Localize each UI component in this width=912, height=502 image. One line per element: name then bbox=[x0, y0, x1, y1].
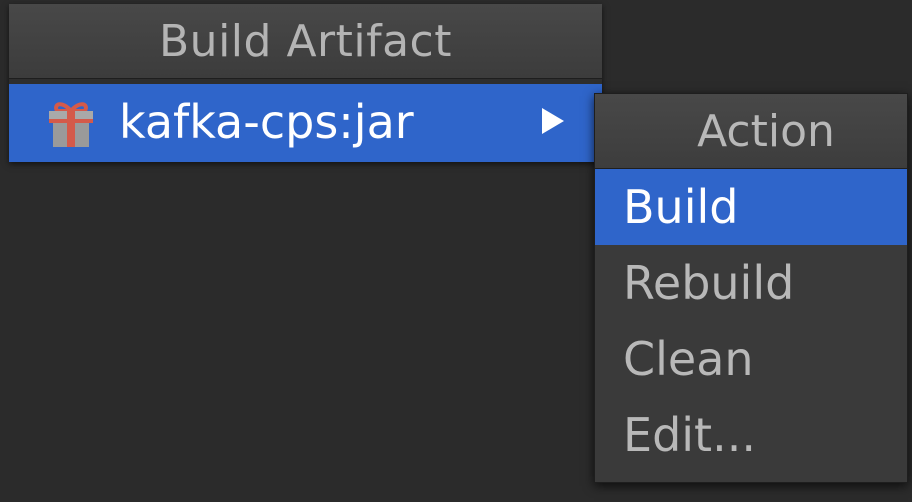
action-clean[interactable]: Clean bbox=[595, 321, 907, 397]
popup-title: Build Artifact bbox=[9, 4, 602, 79]
artifact-item-kafka-cps-jar[interactable]: kafka-cps:jar bbox=[9, 84, 602, 162]
action-submenu-title: Action bbox=[595, 94, 907, 169]
gift-icon bbox=[49, 102, 93, 147]
action-submenu: Action Build Rebuild Clean Edit... bbox=[594, 93, 908, 483]
submenu-arrow-icon bbox=[542, 108, 564, 134]
popup-stage: Build Artifact kafka-cps:jar Action Buil… bbox=[0, 0, 912, 502]
action-edit[interactable]: Edit... bbox=[595, 397, 907, 473]
artifact-label: kafka-cps:jar bbox=[119, 95, 414, 149]
build-artifact-popup: Build Artifact kafka-cps:jar bbox=[9, 4, 602, 162]
action-build[interactable]: Build bbox=[595, 169, 907, 245]
action-rebuild[interactable]: Rebuild bbox=[595, 245, 907, 321]
